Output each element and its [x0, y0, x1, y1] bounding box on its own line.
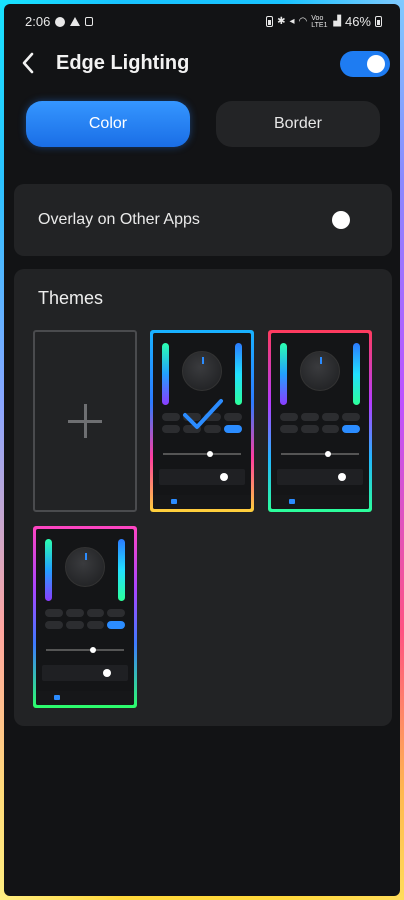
- mute-icon: ◂: [289, 15, 295, 27]
- preview-chip: [86, 609, 105, 617]
- preview-chip: [342, 425, 360, 433]
- back-button[interactable]: [16, 50, 40, 76]
- theme-thumbnail-2[interactable]: [268, 330, 372, 512]
- battery-percent: 46%: [344, 14, 371, 29]
- preview-chip: [45, 609, 63, 617]
- preview-chip: [321, 413, 340, 421]
- battery-icon: [375, 16, 382, 27]
- preview-chip: [65, 609, 84, 617]
- preview-player: [42, 665, 128, 681]
- preview-player: [277, 469, 363, 485]
- preview-chip: [107, 609, 125, 617]
- theme-preview: [271, 333, 369, 509]
- preview-chip: [280, 425, 298, 433]
- overlay-setting-card: Overlay on Other Apps: [14, 184, 392, 256]
- preview-chip: [162, 425, 180, 433]
- add-theme-button[interactable]: [33, 330, 137, 512]
- wifi-icon: ◠: [298, 15, 308, 27]
- preview-chip: [300, 425, 319, 433]
- status-right: ✱ ◂ ◠ Voo LTE1 ▟ 46%: [266, 14, 382, 29]
- page-title: Edge Lighting: [56, 52, 190, 74]
- plus-icon-vertical: [84, 404, 87, 438]
- chevron-left-icon: [22, 52, 34, 74]
- signal-text: Voo LTE1: [311, 14, 328, 29]
- preview-chip: [321, 425, 340, 433]
- preview-chip: [107, 621, 125, 629]
- tab-color[interactable]: Color: [26, 101, 190, 147]
- preview-level-bar: [118, 539, 125, 601]
- theme-thumbnail-3[interactable]: [33, 526, 137, 708]
- preview-slider: [281, 451, 359, 457]
- app-header: Edge Lighting: [4, 40, 400, 88]
- preview-knob: [65, 547, 105, 587]
- themes-title: Themes: [38, 288, 104, 308]
- preview-preset-grid: [280, 413, 360, 433]
- overlay-label: Overlay on Other Apps: [38, 211, 200, 228]
- preview-chip: [86, 621, 105, 629]
- preview-level-bar: [353, 343, 360, 405]
- edge-lighting-toggle[interactable]: [340, 51, 390, 77]
- preview-chip: [280, 413, 298, 421]
- selected-check-icon: [183, 399, 223, 429]
- preview-knob: [300, 351, 340, 391]
- preview-knob: [182, 351, 222, 391]
- warning-icon: [70, 17, 81, 26]
- whatsapp-icon: [55, 16, 66, 27]
- lock-icon: [85, 17, 94, 26]
- preview-nav: [36, 691, 134, 705]
- bluetooth-icon: ✱: [277, 15, 286, 27]
- preview-chip: [162, 413, 180, 421]
- status-left: 2:06: [25, 14, 94, 29]
- preview-level-bar: [280, 343, 287, 405]
- status-time: 2:06: [25, 14, 51, 29]
- preview-nav: [271, 495, 369, 509]
- preview-chip: [45, 621, 63, 629]
- preview-chip: [65, 621, 84, 629]
- preview-level-bar: [162, 343, 169, 405]
- preview-nav: [153, 495, 251, 509]
- preview-level-bar: [45, 539, 52, 601]
- themes-card: Themes: [14, 269, 392, 726]
- toggle-knob: [367, 55, 385, 73]
- theme-preview: [36, 529, 134, 705]
- preview-slider: [163, 451, 241, 457]
- signal-bars-icon: ▟: [333, 15, 341, 27]
- preview-chip: [224, 413, 242, 421]
- preview-level-bar: [235, 343, 242, 405]
- preview-chip: [224, 425, 242, 433]
- theme-thumbnail-1[interactable]: [150, 330, 254, 512]
- preview-preset-grid: [45, 609, 125, 629]
- toggle-knob: [332, 211, 350, 229]
- preview-player: [159, 469, 245, 485]
- status-bar: 2:06 ✱ ◂ ◠ Voo LTE1 ▟ 46%: [4, 4, 400, 36]
- tab-border[interactable]: Border: [216, 101, 380, 147]
- battery-saver-icon: [266, 16, 274, 27]
- app-screen: 2:06 ✱ ◂ ◠ Voo LTE1 ▟ 46% Edge Lighting …: [4, 4, 400, 896]
- preview-chip: [300, 413, 319, 421]
- preview-slider: [46, 647, 124, 653]
- preview-chip: [342, 413, 360, 421]
- theme-preview: [153, 333, 251, 509]
- overlay-toggle[interactable]: [328, 208, 372, 232]
